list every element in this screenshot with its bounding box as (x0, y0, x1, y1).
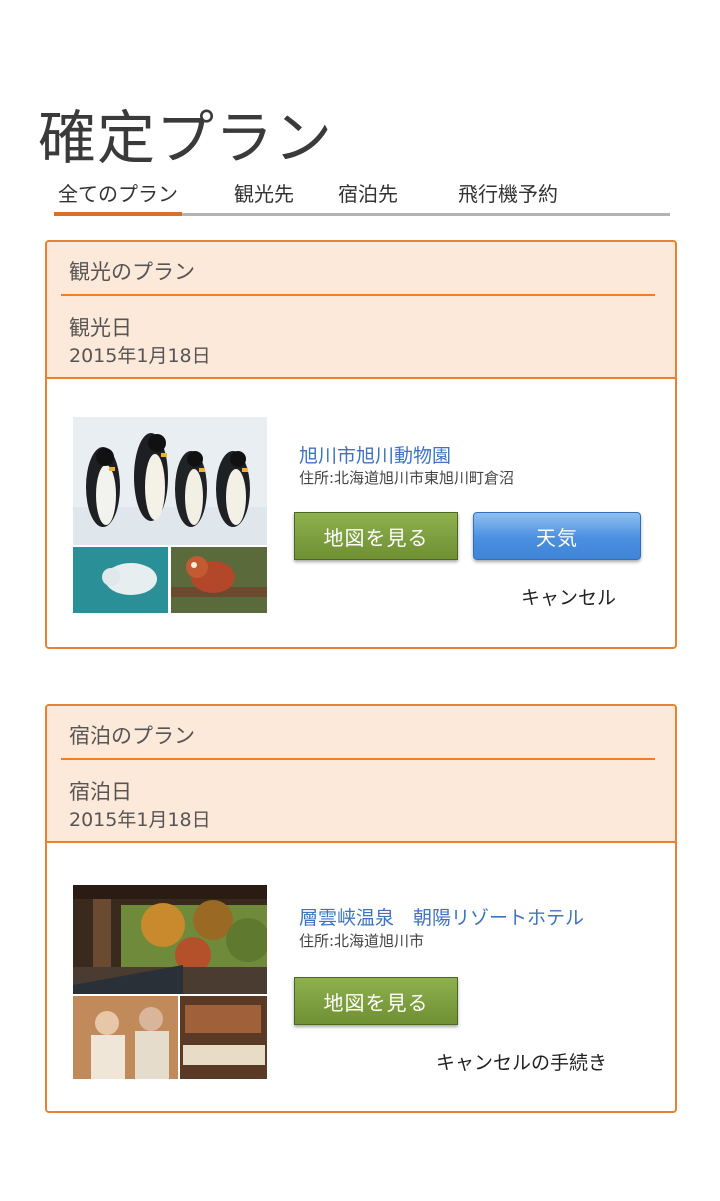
hotel-photo-collage (73, 885, 267, 1081)
tab-all-plans[interactable]: 全てのプラン (58, 178, 178, 207)
map-button-label: 地図を見る (323, 525, 429, 550)
active-tab-indicator (54, 212, 182, 216)
lodging-plan-card: 宿泊のプラン 宿泊日 2015年1月18日 層雲峡温泉 朝陽リゾートホテル 住所… (45, 704, 677, 1113)
sightseeing-date-label: 観光日 (69, 316, 132, 340)
sightseeing-date: 2015年1月18日 (69, 345, 211, 367)
sightseeing-cancel-link[interactable]: キャンセル (521, 583, 616, 610)
hotel-map-button[interactable]: 地図を見る (294, 977, 458, 1025)
lodging-date: 2015年1月18日 (69, 809, 211, 831)
sightseeing-plan-card: 観光のプラン 観光日 2015年1月18日 旭川市旭川動物園 住所:北海道旭川市… (45, 240, 677, 649)
header-divider (61, 758, 655, 760)
sightseeing-plan-heading: 観光のプラン (69, 260, 195, 284)
weather-button-label: 天気 (536, 525, 578, 550)
tab-lodging[interactable]: 宿泊先 (338, 178, 398, 207)
sightseeing-card-header: 観光のプラン 観光日 2015年1月18日 (47, 242, 675, 379)
tab-sightseeing[interactable]: 観光先 (234, 178, 294, 207)
zoo-map-button[interactable]: 地図を見る (294, 512, 458, 560)
hotel-address: 住所:北海道旭川市 (299, 932, 425, 950)
plan-tabs: 全てのプラン 観光先 宿泊先 飛行機予約 (54, 172, 670, 216)
lodging-card-header: 宿泊のプラン 宿泊日 2015年1月18日 (47, 706, 675, 843)
weather-button[interactable]: 天気 (473, 512, 641, 560)
zoo-name-link[interactable]: 旭川市旭川動物園 (299, 441, 451, 468)
lodging-date-label: 宿泊日 (69, 780, 132, 804)
tab-flight-booking[interactable]: 飛行機予約 (458, 178, 558, 207)
lodging-plan-heading: 宿泊のプラン (69, 724, 195, 748)
header-divider (61, 294, 655, 296)
zoo-address: 住所:北海道旭川市東旭川町倉沼 (299, 469, 515, 487)
map-button-label: 地図を見る (323, 990, 429, 1015)
zoo-photo-collage (73, 417, 267, 613)
page-title: 確定プラン (38, 103, 334, 172)
lodging-cancel-procedure-link[interactable]: キャンセルの手続き (436, 1048, 607, 1075)
hotel-name-link[interactable]: 層雲峡温泉 朝陽リゾートホテル (299, 903, 584, 930)
